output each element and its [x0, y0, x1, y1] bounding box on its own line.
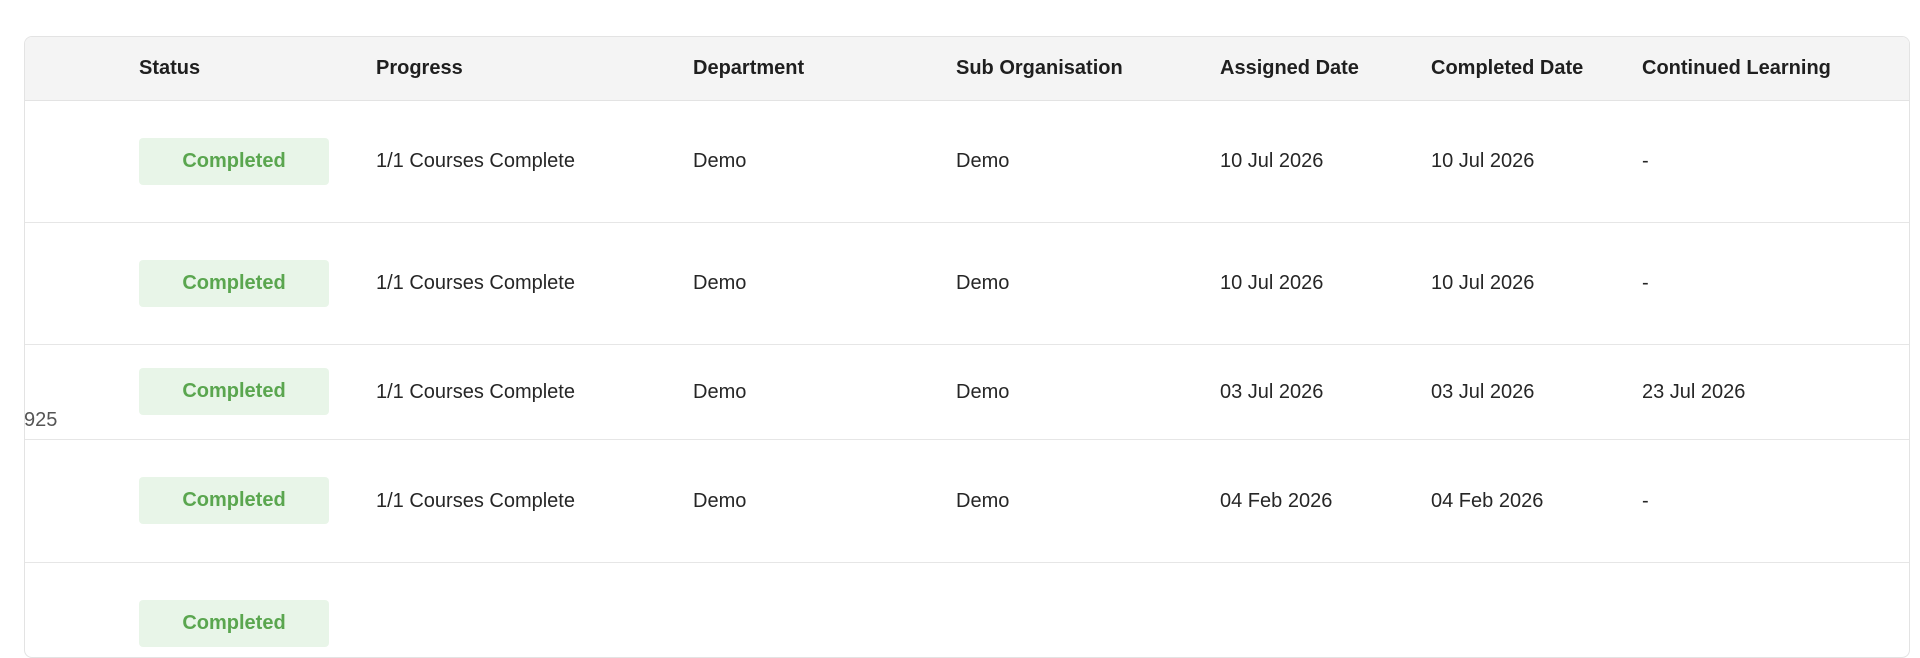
progress-cell: 1/1 Courses Complete: [376, 150, 575, 172]
header-progress[interactable]: Progress: [376, 37, 463, 100]
department-cell: Demo: [693, 272, 747, 294]
completed-date-cell: 04 Feb 2026: [1431, 489, 1544, 512]
table-header-row: Status Progress Department Sub Organisat…: [25, 37, 1909, 101]
status-badge: Completed: [139, 138, 329, 185]
assigned-date-cell: 10 Jul 2026: [1220, 272, 1324, 294]
assigned-date-cell: 04 Feb 2026: [1220, 489, 1333, 512]
header-sub-organisation[interactable]: Sub Organisation: [956, 37, 1123, 100]
department-cell: Demo: [693, 150, 747, 172]
completed-date-cell: 10 Jul 2026: [1431, 150, 1535, 172]
learning-status-table: Status Progress Department Sub Organisat…: [24, 36, 1910, 658]
assigned-date-cell: 10 Jul 2026: [1220, 150, 1324, 172]
header-department[interactable]: Department: [693, 37, 804, 100]
sub-organisation-cell: Demo: [956, 272, 1010, 294]
department-cell: Demo: [693, 489, 747, 512]
completed-date-cell: 03 Jul 2026: [1431, 380, 1535, 403]
continued-learning-cell: -: [1642, 272, 1649, 294]
progress-cell: 1/1 Courses Complete: [376, 272, 575, 294]
table-row[interactable]: Completed 1/1 Courses Complete Demo Demo…: [25, 440, 1909, 563]
header-assigned-date[interactable]: Assigned Date: [1220, 37, 1359, 100]
completed-date-cell: 10 Jul 2026: [1431, 272, 1535, 294]
continued-learning-cell: -: [1642, 489, 1649, 512]
continued-learning-cell: -: [1642, 150, 1649, 172]
progress-cell: 1/1 Courses Complete: [376, 489, 575, 512]
status-badge: Completed: [139, 477, 329, 524]
status-badge: Completed: [139, 600, 329, 647]
header-continued-learning[interactable]: Continued Learning: [1642, 37, 1831, 100]
status-badge: Completed: [139, 260, 329, 307]
table-row[interactable]: Completed 1/1 Courses Complete Demo Demo…: [25, 223, 1909, 345]
department-cell: Demo: [693, 380, 747, 403]
continued-learning-cell: 23 Jul 2026: [1642, 380, 1746, 403]
header-completed-date[interactable]: Completed Date: [1431, 37, 1583, 100]
sub-organisation-cell: Demo: [956, 150, 1010, 172]
table-row[interactable]: Completed: [25, 563, 1909, 657]
sub-organisation-cell: Demo: [956, 380, 1010, 403]
progress-cell: 1/1 Courses Complete: [376, 380, 575, 403]
assigned-date-cell: 03 Jul 2026: [1220, 380, 1324, 403]
sub-organisation-cell: Demo: [956, 489, 1010, 512]
header-status[interactable]: Status: [139, 37, 200, 100]
table-row[interactable]: Completed 1/1 Courses Complete Demo Demo…: [25, 345, 1909, 440]
truncated-cell-text: 925: [24, 409, 58, 431]
table-row[interactable]: Completed 1/1 Courses Complete Demo Demo…: [25, 101, 1909, 223]
status-badge: Completed: [139, 368, 329, 415]
